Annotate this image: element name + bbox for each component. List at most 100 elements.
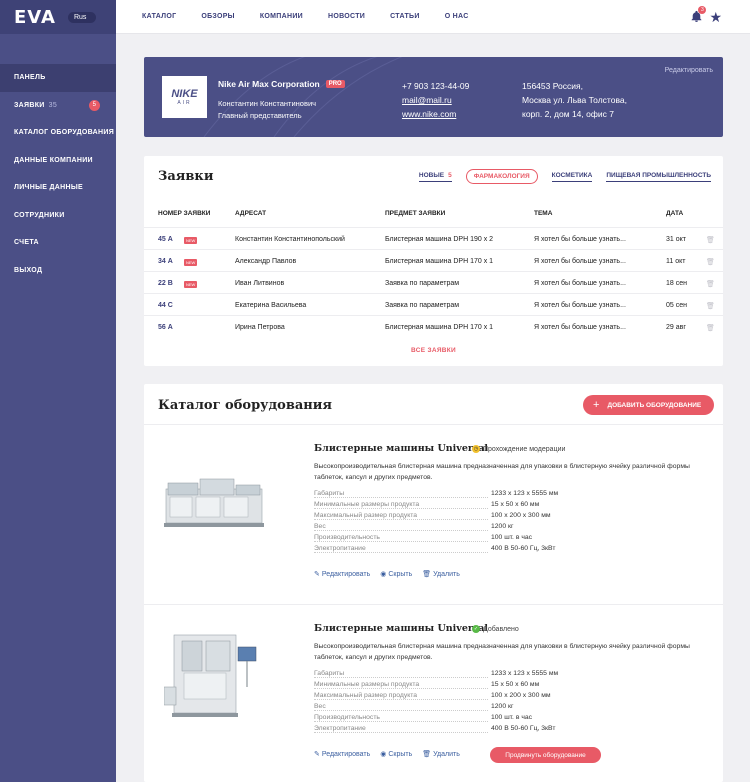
order-subject: Блистерная машина DPH 170 x 1 xyxy=(385,324,494,331)
nav-catalog[interactable]: Каталог xyxy=(142,13,176,20)
order-date: 29 авг xyxy=(666,324,686,331)
company-site[interactable]: www.nike.com xyxy=(402,107,469,121)
delete-product-button[interactable]: 🗑 Удалить xyxy=(422,750,460,759)
sidebar-item-panel[interactable]: Панель xyxy=(0,64,116,92)
spec-label: Производительность xyxy=(314,534,380,541)
spec-row: Электропитание 400 В 50-60 Гц, 3кВт xyxy=(314,725,562,736)
sidebar-item-personal-data[interactable]: Личные данные xyxy=(0,174,116,202)
spec-row: Производительность 100 шт. в час xyxy=(314,714,562,725)
table-row[interactable]: 44 С Екатерина Васильева Заявка по парам… xyxy=(144,293,723,315)
company-card: Редактировать NIKE AIR Nike Air Max Corp… xyxy=(144,57,723,137)
add-equipment-button[interactable]: + Добавить оборудование xyxy=(583,395,714,415)
add-equipment-label: Добавить оборудование xyxy=(607,401,702,409)
sidebar-item-company-data[interactable]: Данные компании xyxy=(0,147,116,175)
sidebar-item-catalog[interactable]: Каталог оборудования xyxy=(0,119,116,147)
person-name: Константин Константинович xyxy=(218,99,317,108)
nav-news[interactable]: Новости xyxy=(328,13,365,20)
sidebar-item-orders[interactable]: Заявки 35 5 xyxy=(0,92,116,120)
trash-icon[interactable]: 🗑 xyxy=(706,280,715,288)
spec-leader xyxy=(314,552,488,553)
spec-row: Минимальные размеры продукта 15 x 50 x 60… xyxy=(314,501,562,512)
sidebar-item-invoices[interactable]: Счета xyxy=(0,229,116,257)
order-topic: Я хотел бы больше узнать... xyxy=(534,258,626,265)
order-recipient: Иван Литвинов xyxy=(235,280,285,287)
order-number[interactable]: 45 А xyxy=(158,236,173,243)
all-orders-link[interactable]: Все заявки xyxy=(144,347,723,354)
sidebar-item-label: Сотрудники xyxy=(14,211,65,219)
order-number[interactable]: 34 А xyxy=(158,258,173,265)
trash-icon[interactable]: 🗑 xyxy=(706,302,715,310)
edit-product-button[interactable]: ✎ Редактировать xyxy=(314,570,370,579)
language-selector[interactable]: Rus xyxy=(67,11,97,23)
company-contacts: +7 903 123-44-09 mail@mail.ru www.nike.c… xyxy=(402,79,469,121)
company-email[interactable]: mail@mail.ru xyxy=(402,93,469,107)
star-icon[interactable]: ★ xyxy=(709,10,722,24)
nav-companies[interactable]: Компании xyxy=(260,13,303,20)
tab-new[interactable]: Новые 5 xyxy=(418,171,452,182)
spec-label: Вес xyxy=(314,703,326,710)
order-date: 31 окт xyxy=(666,236,686,243)
spec-leader xyxy=(314,721,488,722)
table-row[interactable]: 56 А Ирина Петрова Блистерная машина DPH… xyxy=(144,315,723,337)
nav-articles[interactable]: Статьи xyxy=(390,13,420,20)
column-header: Номер заявки xyxy=(158,210,211,217)
trash-icon: 🗑 xyxy=(422,751,432,758)
trash-icon[interactable]: 🗑 xyxy=(706,236,715,244)
spec-leader xyxy=(314,497,488,498)
product-actions: ✎ Редактировать ◉ Скрыть 🗑 Удалить xyxy=(314,570,460,579)
spec-row: Электропитание 400 В 50-60 Гц, 3кВт xyxy=(314,545,562,556)
table-row[interactable]: 45 А NEW Константин Константинопольский … xyxy=(144,227,723,249)
trash-icon[interactable]: 🗑 xyxy=(706,324,715,332)
sidebar-menu: Панель Заявки 35 5 Каталог оборудования Да… xyxy=(0,34,116,284)
table-row[interactable]: 22 В NEW Иван Литвинов Заявка по парамет… xyxy=(144,271,723,293)
spec-row: Максимальный размер продукта 100 x 200 x … xyxy=(314,512,562,523)
company-logo: NIKE AIR xyxy=(162,76,207,118)
catalog-card: Каталог оборудования + Добавить оборудов… xyxy=(144,384,723,782)
company-name-row: Nike Air Max Corporation PRO xyxy=(218,79,345,89)
column-header: Тема xyxy=(534,210,553,217)
spec-value: 1200 кг xyxy=(491,523,514,530)
spec-value: 100 шт. в час xyxy=(491,714,533,721)
tab-label: Новые xyxy=(418,171,445,179)
tab-food-industry[interactable]: Пищевая промышленность xyxy=(606,172,711,182)
new-badge: NEW xyxy=(184,237,198,244)
tab-cosmetics[interactable]: Косметика xyxy=(551,172,593,182)
company-phone: +7 903 123-44-09 xyxy=(402,81,470,91)
sidebar-item-label: Счета xyxy=(14,239,39,247)
product-name[interactable]: Блистерные машины Universal xyxy=(314,443,488,454)
delete-product-button[interactable]: 🗑 Удалить xyxy=(422,570,460,579)
top-icons: 3 ★ xyxy=(690,5,722,24)
order-number[interactable]: 44 С xyxy=(158,302,173,309)
trash-icon[interactable]: 🗑 xyxy=(706,258,715,266)
spec-value: 15 x 50 x 60 мм xyxy=(491,681,540,688)
hide-product-button[interactable]: ◉ Скрыть xyxy=(380,750,412,759)
nav-reviews[interactable]: Обзоры xyxy=(201,13,234,20)
column-header: Адресат xyxy=(235,210,267,217)
address-line: корп. 2, дом 14, офис 7 xyxy=(522,109,614,119)
edit-company-link[interactable]: Редактировать xyxy=(665,67,713,74)
top-nav: Каталог Обзоры Компании Новости Статьи О… xyxy=(142,13,494,20)
logo[interactable]: EVA xyxy=(14,7,56,28)
order-number[interactable]: 22 В xyxy=(158,280,173,287)
nav-about[interactable]: О нас xyxy=(445,13,469,20)
tab-pharmacology[interactable]: Фармакология xyxy=(465,169,538,184)
order-number[interactable]: 56 А xyxy=(158,324,173,331)
spec-label: Максимальный размер продукта xyxy=(314,692,418,699)
product-name[interactable]: Блистерные машины Universal xyxy=(314,623,488,634)
sidebar-item-employees[interactable]: Сотрудники xyxy=(0,202,116,230)
table-row[interactable]: 34 А NEW Александр Павлов Блистерная маш… xyxy=(144,249,723,271)
packaging-machine-image xyxy=(164,634,257,717)
sidebar-item-logout[interactable]: Выход xyxy=(0,257,116,285)
spec-leader xyxy=(314,677,488,678)
spec-row: Габариты 1233 x 123 x 5555 мм xyxy=(314,670,562,681)
spec-value: 100 шт. в час xyxy=(491,534,533,541)
spec-label: Габариты xyxy=(314,490,345,497)
spec-value: 1233 x 123 x 5555 мм xyxy=(491,490,559,497)
column-header: Дата xyxy=(666,210,684,217)
promote-equipment-button[interactable]: Продвинуть оборудование xyxy=(490,747,601,763)
edit-product-button[interactable]: ✎ Редактировать xyxy=(314,750,370,759)
product-status: ◷ Прохождение модерации xyxy=(472,445,565,453)
order-subject: Блистерная машина DPH 170 x 1 xyxy=(385,258,494,265)
order-topic: Я хотел бы больше узнать... xyxy=(534,324,626,331)
hide-product-button[interactable]: ◉ Скрыть xyxy=(380,570,412,579)
